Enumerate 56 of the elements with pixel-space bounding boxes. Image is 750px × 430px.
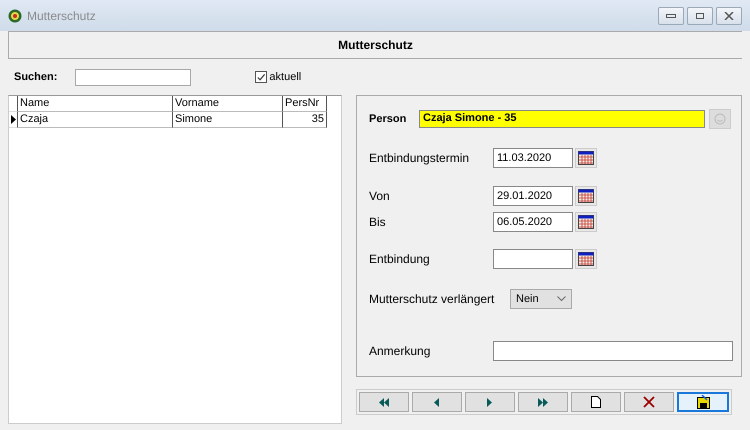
field-label: Anmerkung [369,344,432,358]
maximize-button[interactable] [687,6,713,24]
window-title: Mutterschutz [27,8,96,22]
field-label: Von [369,189,391,203]
header-title: Mutterschutz [338,38,413,52]
calendar-button[interactable] [575,148,597,168]
column-header[interactable]: Name [18,96,173,112]
prev-button[interactable] [412,392,462,412]
blank-page-icon [591,396,601,408]
delete-button[interactable] [624,392,674,412]
minimize-icon [666,12,676,18]
cross-icon [643,396,655,408]
minimize-button[interactable] [658,6,684,24]
close-icon [724,12,734,20]
calendar-icon [578,252,594,266]
table-cell: 35 [283,112,327,128]
extended-dropdown[interactable]: Nein [510,289,572,309]
next-button[interactable] [465,392,515,412]
last-button[interactable] [518,392,568,412]
left-arrow-icon [434,398,440,406]
maximize-icon [695,12,705,20]
save-button[interactable] [677,392,729,412]
chevron-down-icon [557,296,566,302]
date-field[interactable]: 11.03.2020 [493,148,573,168]
checkbox[interactable] [255,71,268,83]
field-label: Entbindungstermin [369,151,470,165]
date-field[interactable] [493,249,573,269]
new-button[interactable] [571,392,621,412]
field-label: Mutterschutz verlängert [369,292,496,306]
smiley-icon [714,113,726,125]
person-label: Person [369,113,408,125]
calendar-button[interactable] [575,186,597,206]
close-button[interactable] [716,6,742,24]
checkbox-label: aktuell [269,71,302,83]
column-header[interactable]: Vorname [173,96,283,112]
right-arrow-icon [487,398,493,406]
calendar-icon [578,215,594,229]
calendar-icon [578,151,594,165]
calendar-button[interactable] [575,249,597,269]
double-left-arrow-icon [378,398,390,406]
field-label: Bis [369,215,387,229]
app-logo-icon [8,8,22,22]
first-button[interactable] [359,392,409,412]
search-label: Suchen: [14,71,58,83]
person-field: Czaja Simone - 35 [419,110,705,128]
table-cell: Simone [173,112,283,128]
column-header[interactable]: PersNr [283,96,327,112]
calendar-icon [578,189,594,203]
remark-field[interactable] [493,341,733,361]
search-field[interactable] [75,68,192,86]
calendar-button[interactable] [575,212,597,232]
table-cell: Czaja [18,112,173,128]
double-right-arrow-icon [537,398,549,406]
date-field[interactable]: 06.05.2020 [493,212,573,232]
field-label: Entbindung [369,252,431,266]
date-field[interactable]: 29.01.2020 [493,186,573,206]
